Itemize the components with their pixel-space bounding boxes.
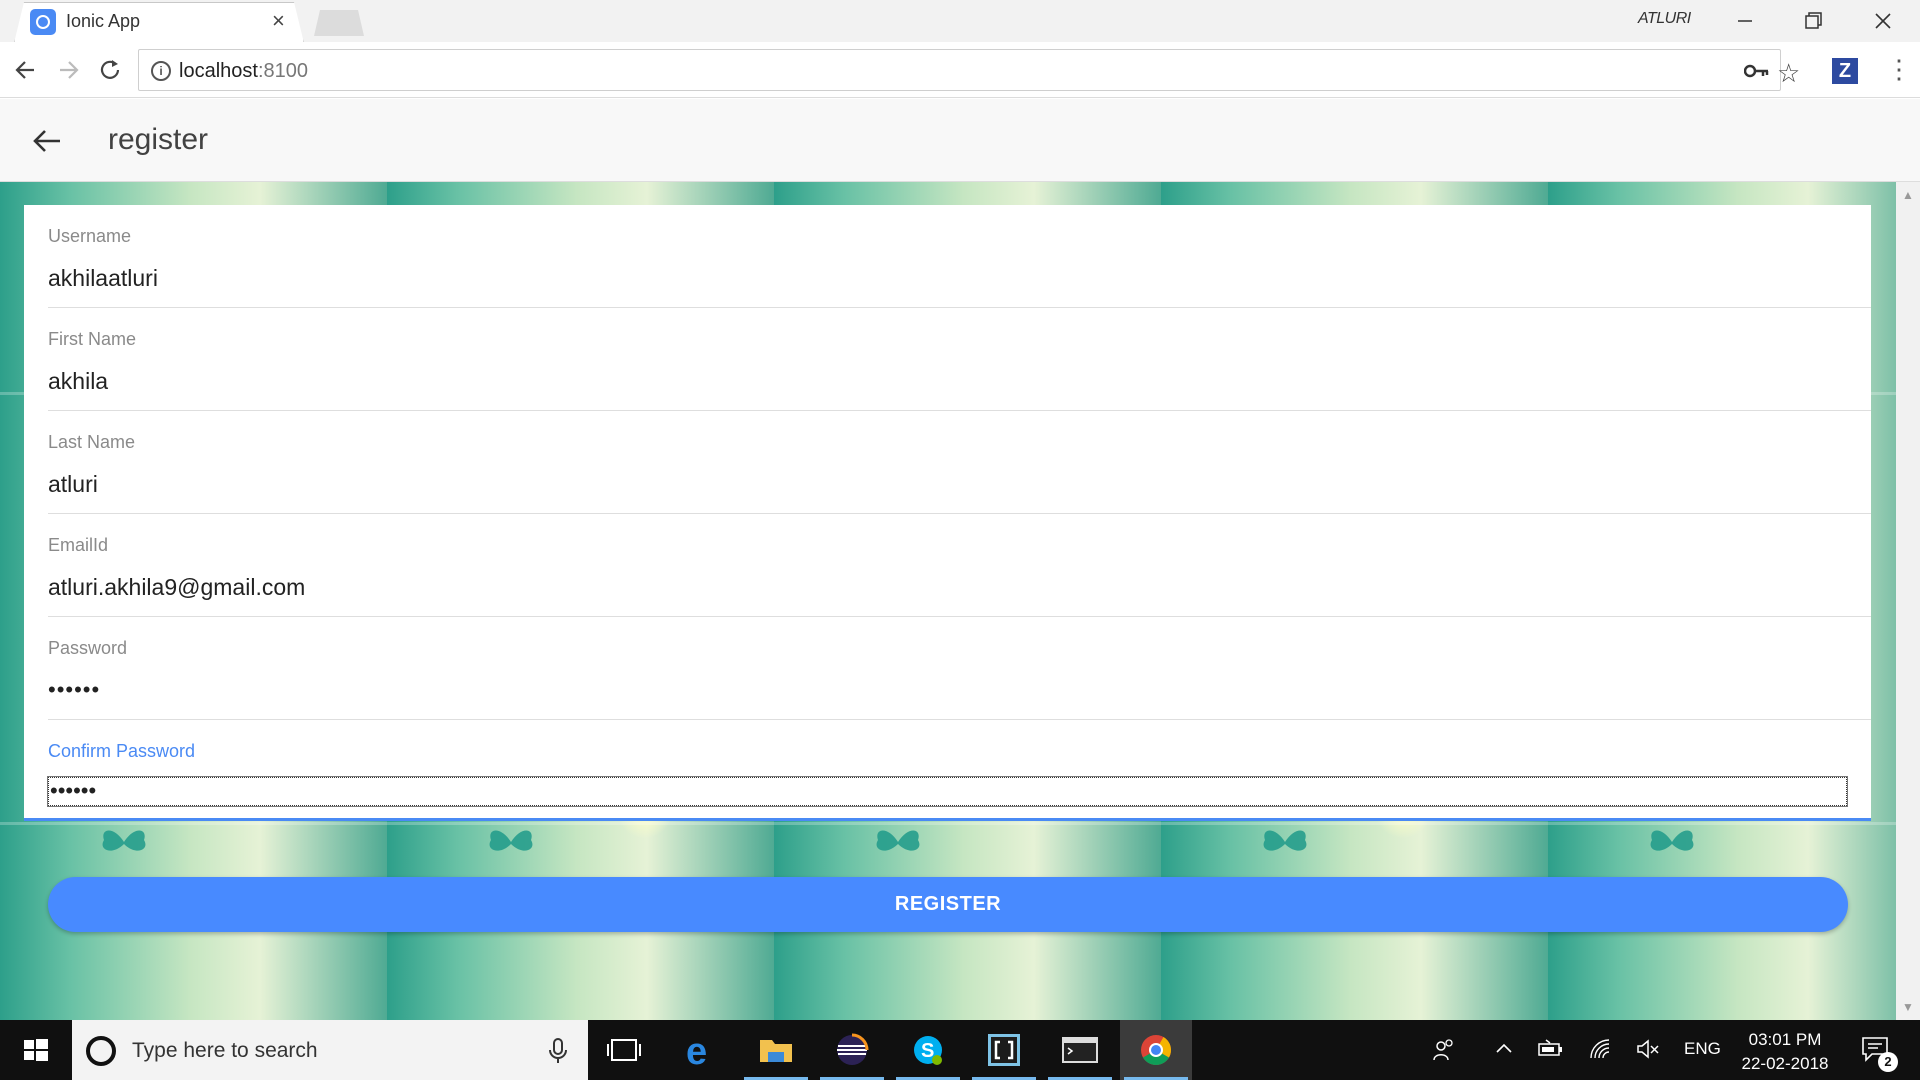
password-label: Password	[48, 638, 128, 658]
minimize-icon	[1738, 20, 1752, 22]
extension-z-icon[interactable]: Z	[1832, 58, 1858, 84]
first-name-input[interactable]: akhila	[48, 368, 108, 395]
content-background: Username akhilaatluri First Name akhila …	[0, 182, 1896, 1020]
bookmark-star-icon[interactable]: ☆	[1777, 58, 1800, 89]
clock-time: 03:01 PM	[1748, 1030, 1822, 1049]
scroll-up-icon[interactable]: ▲	[1902, 188, 1914, 202]
cortana-icon[interactable]	[86, 1036, 116, 1066]
search-placeholder[interactable]: Type here to search	[132, 1039, 318, 1063]
confirm-password-field[interactable]: Confirm Password ••••••	[47, 720, 1871, 823]
minimize-button[interactable]	[1724, 6, 1764, 36]
password-input[interactable]: ••••••	[48, 677, 100, 703]
last-name-input[interactable]: atluri	[48, 471, 98, 498]
email-field[interactable]: EmailId atluri.akhila9@gmail.com	[48, 514, 1871, 617]
reload-button[interactable]	[96, 56, 124, 84]
browser-tab[interactable]	[14, 2, 304, 43]
username-input[interactable]: akhilaatluri	[48, 265, 158, 292]
address-bar[interactable]: i localhost:8100 ☆	[138, 49, 1800, 91]
register-button[interactable]: REGISTER	[48, 877, 1848, 932]
taskbar-search-box[interactable]: Type here to search	[72, 1020, 588, 1080]
app-header: register	[0, 99, 1920, 182]
close-icon	[1875, 13, 1891, 29]
confirm-password-input[interactable]: ••••••	[47, 776, 1848, 807]
tab-title: Ionic App	[66, 11, 141, 31]
arrow-right-icon	[60, 61, 79, 79]
last-name-label: Last Name	[48, 432, 136, 452]
info-icon[interactable]: i	[151, 61, 171, 81]
eclipse-icon	[837, 1033, 869, 1065]
last-name-field[interactable]: Last Name atluri	[48, 411, 1871, 514]
close-window-button[interactable]	[1862, 6, 1902, 36]
terminal-icon	[1062, 1037, 1098, 1063]
people-icon[interactable]	[1432, 1038, 1456, 1062]
svg-text:e: e	[686, 1031, 707, 1073]
scrollbar[interactable]: ▲ ▼	[1896, 182, 1920, 1020]
taskbar-app-skype[interactable]: S	[892, 1020, 964, 1080]
username-field[interactable]: Username akhilaatluri	[48, 205, 1871, 308]
browser-toolbar: i localhost:8100 ☆ Z ⋮	[0, 42, 1920, 98]
ionic-favicon-icon	[30, 9, 56, 35]
email-label: EmailId	[48, 535, 109, 555]
volume-muted-icon[interactable]	[1636, 1038, 1662, 1060]
chevron-up-icon[interactable]	[1494, 1038, 1514, 1058]
password-field[interactable]: Password ••••••	[48, 617, 1871, 720]
taskbar-app-chrome[interactable]	[1120, 1020, 1192, 1080]
page-title: register	[108, 123, 209, 156]
brackets-icon	[988, 1034, 1020, 1066]
skype-icon: S	[914, 1036, 942, 1065]
first-name-label: First Name	[48, 329, 137, 349]
microphone-icon[interactable]	[548, 1038, 568, 1064]
email-input[interactable]: atluri.akhila9@gmail.com	[48, 574, 305, 601]
url-text[interactable]: localhost:8100	[179, 60, 308, 83]
taskbar-app-terminal[interactable]	[1044, 1020, 1116, 1080]
more-menu-icon[interactable]: ⋮	[1886, 56, 1912, 82]
butterfly-icon	[876, 830, 920, 851]
forward-button[interactable]	[54, 56, 82, 84]
wifi-icon[interactable]	[1588, 1038, 1614, 1060]
butterfly-icon	[489, 830, 533, 851]
windows-taskbar: Type here to search e S ENG 03:01 PM 22-…	[0, 1020, 1920, 1080]
clock-date: 22-02-2018	[1741, 1054, 1829, 1073]
windows-logo-icon	[24, 1039, 48, 1061]
arrow-left-icon	[15, 61, 34, 79]
butterfly-icon	[1650, 830, 1694, 851]
folder-icon	[760, 1040, 792, 1062]
first-name-field[interactable]: First Name akhila	[48, 308, 1871, 411]
battery-icon[interactable]	[1538, 1038, 1564, 1060]
butterfly-icon	[102, 830, 146, 851]
back-button[interactable]	[12, 56, 40, 84]
start-button[interactable]	[0, 1020, 72, 1080]
new-tab-button[interactable]	[314, 10, 364, 36]
reload-icon	[100, 60, 120, 79]
scroll-down-icon[interactable]: ▼	[1902, 1000, 1914, 1014]
restore-icon	[1805, 12, 1822, 29]
taskbar-app-edge[interactable]: e	[664, 1020, 736, 1080]
key-icon[interactable]	[1744, 62, 1770, 80]
tab-close-icon[interactable]: ×	[272, 8, 285, 34]
header-back-button[interactable]	[32, 127, 64, 155]
notification-count-badge: 2	[1878, 1052, 1898, 1072]
taskbar-app-eclipse[interactable]	[816, 1020, 888, 1080]
arrow-back-icon	[33, 130, 60, 152]
username-label: Username	[48, 226, 132, 246]
taskbar-app-file-explorer[interactable]	[740, 1020, 812, 1080]
chrome-icon	[1141, 1035, 1172, 1066]
system-clock[interactable]: 03:01 PM 22-02-2018	[1710, 1028, 1860, 1076]
task-view-icon	[607, 1039, 641, 1061]
browser-titlebar: Ionic App × ATLURI	[0, 0, 1920, 43]
register-form-card: Username akhilaatluri First Name akhila …	[24, 205, 1871, 821]
taskbar-app-brackets[interactable]	[968, 1020, 1040, 1080]
confirm-password-label: Confirm Password	[48, 741, 196, 761]
butterfly-icon	[1263, 830, 1307, 851]
task-view-button[interactable]	[588, 1020, 660, 1080]
restore-button[interactable]	[1792, 6, 1832, 36]
edge-icon: e	[686, 1031, 707, 1073]
window-user-label: ATLURI	[1638, 10, 1691, 27]
